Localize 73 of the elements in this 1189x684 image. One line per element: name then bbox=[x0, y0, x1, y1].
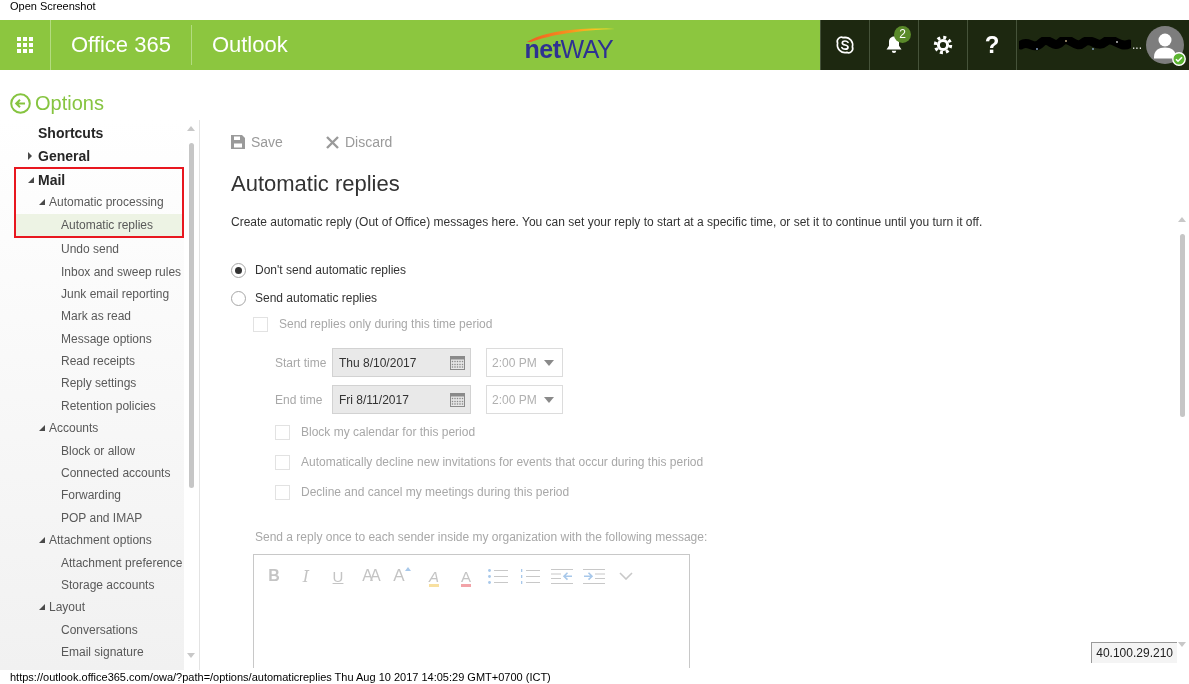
nav-item[interactable]: Forwarding bbox=[0, 484, 184, 507]
notification-badge: 2 bbox=[894, 26, 911, 43]
caret-down-icon bbox=[544, 396, 554, 403]
description-text: Create automatic reply (Out of Office) messages here. You can set your reply to start at a specific time, or set it to continue until you turn it off. bbox=[231, 214, 984, 230]
field-label: End time bbox=[275, 392, 324, 407]
nav-item[interactable]: Read receipts bbox=[0, 349, 184, 373]
caret-up-icon bbox=[404, 567, 411, 571]
ip-address-label: 40.100.29.210 bbox=[1091, 642, 1177, 663]
nav-item[interactable]: Junk email reporting bbox=[0, 282, 184, 306]
nav-item[interactable]: Email signature bbox=[0, 641, 184, 664]
brand-logo: netWAY bbox=[524, 27, 614, 63]
window-title: Open Screenshot bbox=[10, 0, 96, 13]
nav-item[interactable]: Block or allow bbox=[0, 439, 184, 462]
nav-item[interactable]: Attachment options bbox=[0, 529, 184, 552]
radio-label: Don't send automatic replies bbox=[255, 262, 407, 278]
status-bar-text: https://outlook.office365.com/owa/?path=/options/automaticreplies Thu Aug 10 2017 14:05:29 GMT+0700 (ICT) bbox=[9, 670, 552, 684]
checkbox-label: Automatically decline new invitations for events that occur during this period bbox=[301, 454, 704, 470]
scrollbar-thumb[interactable] bbox=[1179, 234, 1185, 417]
checkbox-label: Send replies only during this time period bbox=[279, 316, 493, 332]
nav-item[interactable]: Shortcuts bbox=[0, 122, 184, 145]
skype-icon bbox=[835, 35, 855, 55]
radio-button[interactable] bbox=[231, 262, 246, 278]
nav-item[interactable]: Automatic replies bbox=[16, 213, 182, 236]
bulleted-list-icon bbox=[488, 568, 508, 584]
nav-item[interactable]: General bbox=[0, 144, 184, 167]
message-label: Send a reply once to each sender inside my organization with the following message: bbox=[255, 529, 709, 545]
nav-item[interactable]: POP and IMAP bbox=[0, 506, 184, 530]
nav-item[interactable]: Retention policies bbox=[0, 394, 184, 418]
app-grid-icon bbox=[17, 37, 33, 53]
avatar-icon[interactable] bbox=[1146, 26, 1184, 64]
caret-down-icon[interactable] bbox=[39, 537, 45, 544]
scroll-up-arrow-icon[interactable] bbox=[187, 126, 195, 131]
nav-item[interactable]: Attachment preference bbox=[0, 551, 184, 574]
nav-item[interactable]: Storage accounts bbox=[0, 573, 184, 597]
checkbox-label: Block my calendar for this period bbox=[301, 424, 476, 440]
numbered-list-icon bbox=[520, 568, 540, 584]
outdent-icon bbox=[551, 568, 573, 584]
caret-down-icon[interactable] bbox=[39, 604, 45, 611]
nav-item[interactable]: Connected accounts bbox=[0, 461, 184, 485]
radio-label: Send automatic replies bbox=[255, 290, 378, 306]
user-name[interactable]: ... bbox=[1132, 38, 1142, 52]
scroll-up-arrow-icon[interactable] bbox=[1178, 217, 1186, 222]
field-label: Start time bbox=[275, 355, 328, 370]
nav-item[interactable]: Mark as read bbox=[0, 305, 184, 328]
nav-item[interactable]: Mail bbox=[16, 168, 182, 192]
nav-item[interactable]: Accounts bbox=[0, 417, 184, 440]
nav-item[interactable]: Undo send bbox=[0, 237, 184, 261]
calendar-icon bbox=[450, 355, 465, 370]
nav-item[interactable]: Layout bbox=[0, 596, 184, 619]
help-button[interactable]: ? bbox=[967, 20, 1016, 70]
scrollbar-thumb[interactable] bbox=[188, 143, 194, 488]
nav-item[interactable]: Message options bbox=[0, 327, 184, 350]
notifications-button[interactable]: 2 bbox=[869, 20, 918, 70]
nav-item[interactable]: Reply settings bbox=[0, 372, 184, 395]
page-heading: Automatic replies bbox=[231, 170, 401, 198]
caret-down-icon[interactable] bbox=[39, 425, 45, 432]
settings-icon bbox=[933, 35, 953, 55]
caret-down-icon[interactable] bbox=[28, 176, 34, 183]
indent-icon bbox=[583, 568, 605, 584]
caret-down-icon[interactable] bbox=[39, 199, 45, 206]
nav-item[interactable]: Inbox and sweep rules bbox=[0, 260, 184, 283]
scroll-down-arrow-icon[interactable] bbox=[187, 653, 195, 658]
cross-icon bbox=[325, 135, 339, 149]
caret-right-icon[interactable] bbox=[28, 151, 32, 160]
calendar-icon bbox=[450, 392, 465, 407]
nav-item[interactable]: Conversations bbox=[0, 618, 184, 641]
chevron-down-icon bbox=[619, 572, 633, 580]
caret-down-icon bbox=[544, 359, 554, 366]
checkbox-label: Decline and cancel my meetings during this period bbox=[301, 484, 570, 500]
nav-item[interactable]: Automatic processing bbox=[16, 191, 182, 214]
radio-button[interactable] bbox=[231, 290, 246, 306]
scroll-down-arrow-icon[interactable] bbox=[1178, 642, 1186, 647]
presence-check-icon bbox=[1172, 52, 1186, 66]
